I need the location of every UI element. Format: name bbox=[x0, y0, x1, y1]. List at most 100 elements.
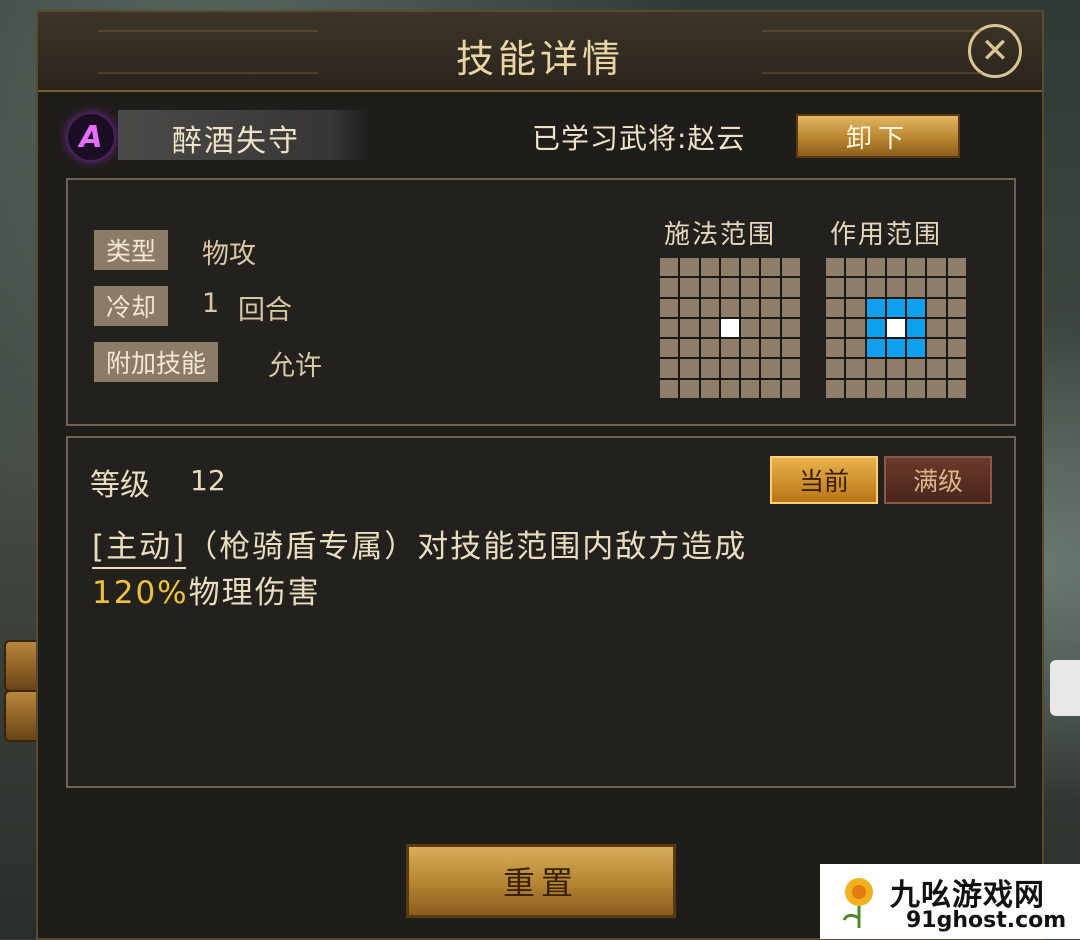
effect-range-grid bbox=[826, 258, 966, 398]
effect-range-label: 作用范围 bbox=[830, 220, 943, 250]
tab-max-level[interactable]: 满级 bbox=[884, 456, 992, 504]
skill-description-box: 等级 12 当前 满级 [主动]（枪骑盾专属）对技能范围内敌方造成 120%物理… bbox=[66, 436, 1016, 788]
range-cell bbox=[907, 318, 926, 338]
range-cell bbox=[660, 339, 679, 358]
range-cell bbox=[907, 298, 926, 317]
range-cell bbox=[660, 359, 679, 378]
range-cell bbox=[947, 258, 966, 277]
title-bar: 技能详情 ✕ bbox=[38, 12, 1042, 92]
range-cell bbox=[886, 318, 906, 338]
range-cell bbox=[866, 318, 885, 338]
skill-info-box: 类型 物攻 冷却 1 回合 附加技能 允许 施法范围 作用范围 bbox=[66, 178, 1016, 426]
range-cell bbox=[846, 359, 865, 378]
range-cell bbox=[781, 379, 800, 398]
cast-range-grid bbox=[660, 258, 800, 398]
range-cell bbox=[761, 359, 780, 378]
description-text-2: 物理伤害 bbox=[188, 575, 321, 611]
range-cell bbox=[700, 318, 719, 338]
range-cell bbox=[846, 318, 865, 338]
cooldown-tag: 冷却 bbox=[94, 286, 169, 326]
range-cell bbox=[826, 258, 845, 277]
range-cell bbox=[927, 278, 946, 297]
range-cell bbox=[886, 258, 906, 277]
range-cell bbox=[927, 318, 946, 338]
range-cell bbox=[781, 258, 800, 277]
range-cell bbox=[680, 359, 699, 378]
range-cell bbox=[947, 379, 966, 398]
range-cell bbox=[660, 258, 679, 277]
damage-percent: 120% bbox=[92, 575, 189, 611]
side-right-handle[interactable] bbox=[1050, 660, 1080, 716]
range-cell bbox=[866, 359, 885, 378]
range-cell bbox=[947, 339, 966, 358]
skill-name: 醉酒失守 bbox=[172, 124, 300, 159]
range-cell bbox=[907, 258, 926, 277]
unload-button[interactable]: 卸下 bbox=[796, 114, 960, 158]
range-cell bbox=[700, 298, 719, 317]
range-cell bbox=[700, 258, 719, 277]
range-cell bbox=[741, 379, 760, 398]
panel-title: 技能详情 bbox=[455, 37, 624, 81]
range-cell bbox=[947, 278, 966, 297]
type-tag: 类型 bbox=[94, 230, 169, 270]
range-cell bbox=[927, 258, 946, 277]
range-cell bbox=[700, 278, 719, 297]
tab-current-level[interactable]: 当前 bbox=[770, 456, 878, 504]
range-cell bbox=[846, 298, 865, 317]
range-cell bbox=[826, 359, 845, 378]
range-cell bbox=[720, 379, 740, 398]
range-cell bbox=[720, 298, 740, 317]
range-cell bbox=[947, 359, 966, 378]
chrysanthemum-logo-icon bbox=[842, 878, 873, 928]
range-cell bbox=[720, 278, 740, 297]
close-icon[interactable]: ✕ bbox=[968, 24, 1022, 78]
range-cell bbox=[781, 298, 800, 317]
range-cell bbox=[680, 379, 699, 398]
range-cell bbox=[927, 359, 946, 378]
range-cell bbox=[720, 258, 740, 277]
range-cell bbox=[826, 298, 845, 317]
cooldown-unit: 回合 bbox=[238, 295, 292, 326]
range-cell bbox=[846, 278, 865, 297]
active-skill-tag: [主动] bbox=[92, 529, 187, 569]
range-cell bbox=[907, 278, 926, 297]
level-value: 12 bbox=[190, 464, 226, 497]
range-cell bbox=[866, 258, 885, 277]
range-cell bbox=[680, 339, 699, 358]
range-cell bbox=[781, 359, 800, 378]
range-cell bbox=[741, 339, 760, 358]
type-value: 物攻 bbox=[202, 239, 256, 270]
range-cell bbox=[826, 379, 845, 398]
range-cell bbox=[886, 339, 906, 358]
extra-skill-value: 允许 bbox=[268, 351, 322, 382]
range-cell bbox=[927, 298, 946, 317]
range-cell bbox=[720, 359, 740, 378]
range-cell bbox=[907, 359, 926, 378]
cast-range-label: 施法范围 bbox=[664, 220, 777, 250]
range-cell bbox=[741, 359, 760, 378]
range-cell bbox=[826, 278, 845, 297]
range-cell bbox=[700, 359, 719, 378]
range-cell bbox=[886, 359, 906, 378]
range-cell bbox=[846, 258, 865, 277]
range-cell bbox=[866, 278, 885, 297]
range-cell bbox=[761, 298, 780, 317]
reset-button[interactable]: 重置 bbox=[406, 844, 676, 918]
range-cell bbox=[886, 379, 906, 398]
range-cell bbox=[907, 379, 926, 398]
range-cell bbox=[720, 339, 740, 358]
range-cell bbox=[947, 318, 966, 338]
range-cell bbox=[927, 379, 946, 398]
range-cell bbox=[660, 298, 679, 317]
range-cell bbox=[947, 298, 966, 317]
range-cell bbox=[846, 339, 865, 358]
range-cell bbox=[927, 339, 946, 358]
range-cell bbox=[680, 258, 699, 277]
cooldown-value: 1 bbox=[202, 288, 220, 319]
range-cell bbox=[826, 339, 845, 358]
range-cell bbox=[680, 318, 699, 338]
range-cell bbox=[866, 379, 885, 398]
description-text-1: （枪骑盾专属）对技能范围内敌方造成 bbox=[186, 529, 748, 565]
range-cell bbox=[741, 318, 760, 338]
skill-grade-icon: A bbox=[68, 114, 114, 160]
